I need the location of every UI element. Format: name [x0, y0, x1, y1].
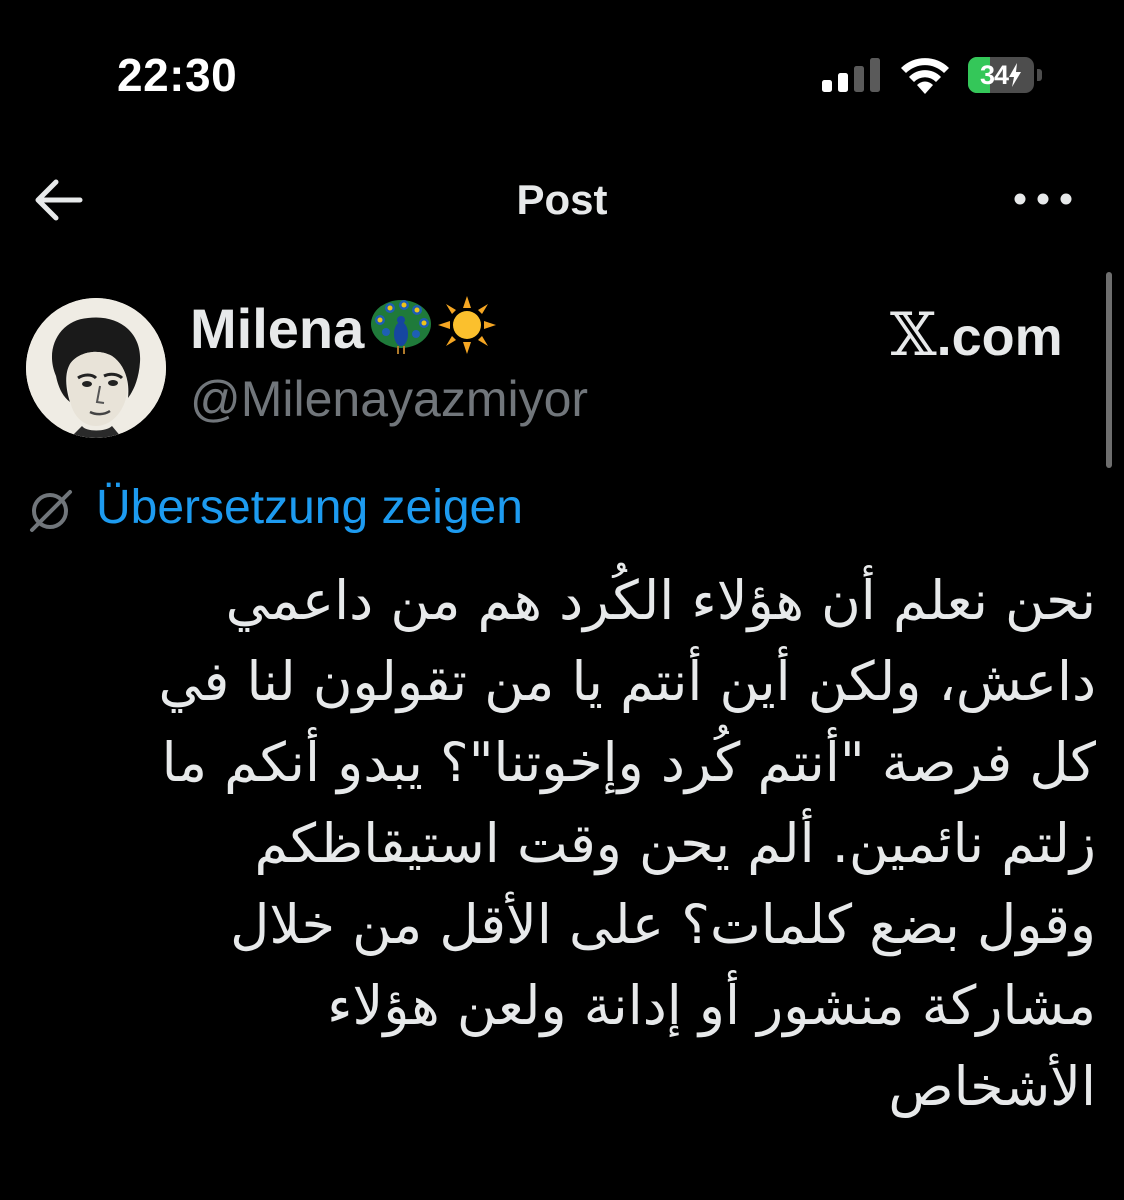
post-text-line: الأشخاص — [888, 1055, 1096, 1118]
show-translation-link[interactable]: Übersetzung zeigen — [96, 480, 523, 535]
sun-emoji — [438, 296, 497, 354]
post-text-line: زلتم نائمين. ألم يحن وقت استيقاظكم — [254, 812, 1096, 875]
post-text-line: نحن نعلم أن هؤلاء الكُرد هم من داعمي — [225, 569, 1096, 632]
charging-bolt-icon — [1009, 63, 1022, 87]
battery-body: 34 — [968, 57, 1034, 93]
battery-level: 34 — [968, 57, 1034, 93]
battery-indicator: 34 — [968, 57, 1042, 93]
post-text-line: مشاركة منشور أو إدانة ولعن هؤلاء — [327, 974, 1096, 1037]
status-time: 22:30 — [117, 49, 238, 101]
avatar-portrait-sketch — [26, 298, 166, 438]
avatar[interactable] — [26, 298, 166, 438]
display-name-text: Milena — [190, 297, 365, 360]
post-screen: 22:30 34 Post Milena @Milenayazmiyor 𝕏.c… — [0, 0, 1124, 1200]
post-text-line: وقول بضع كلمات؟ على الأقل من خلال — [230, 893, 1096, 956]
source-domain-text: .com — [936, 307, 1063, 367]
scrollbar[interactable] — [1106, 272, 1112, 468]
translate-globe-icon[interactable] — [26, 488, 76, 534]
post-text-line: كل فرصة "أنتم كُرد وإخوتنا"؟ يبدو أنكم م… — [161, 731, 1096, 794]
source-domain[interactable]: 𝕏.com — [890, 300, 1063, 370]
x-logo: 𝕏 — [890, 300, 937, 370]
post-body: نحن نعلم أن هؤلاء الكُرد هم من داعمي داع… — [40, 560, 1096, 1127]
peacock-emoji — [371, 300, 432, 354]
cellular-signal-icon — [822, 58, 880, 92]
author-handle[interactable]: @Milenayazmiyor — [190, 370, 588, 428]
wifi-icon — [901, 58, 949, 94]
post-text-line: داعش، ولكن أين أنتم يا من تقولون لنا في — [158, 650, 1096, 713]
display-name[interactable]: Milena — [190, 296, 497, 361]
page-title: Post — [516, 176, 608, 223]
more-horizontal-icon[interactable] — [1012, 186, 1074, 212]
battery-cap — [1037, 69, 1042, 81]
